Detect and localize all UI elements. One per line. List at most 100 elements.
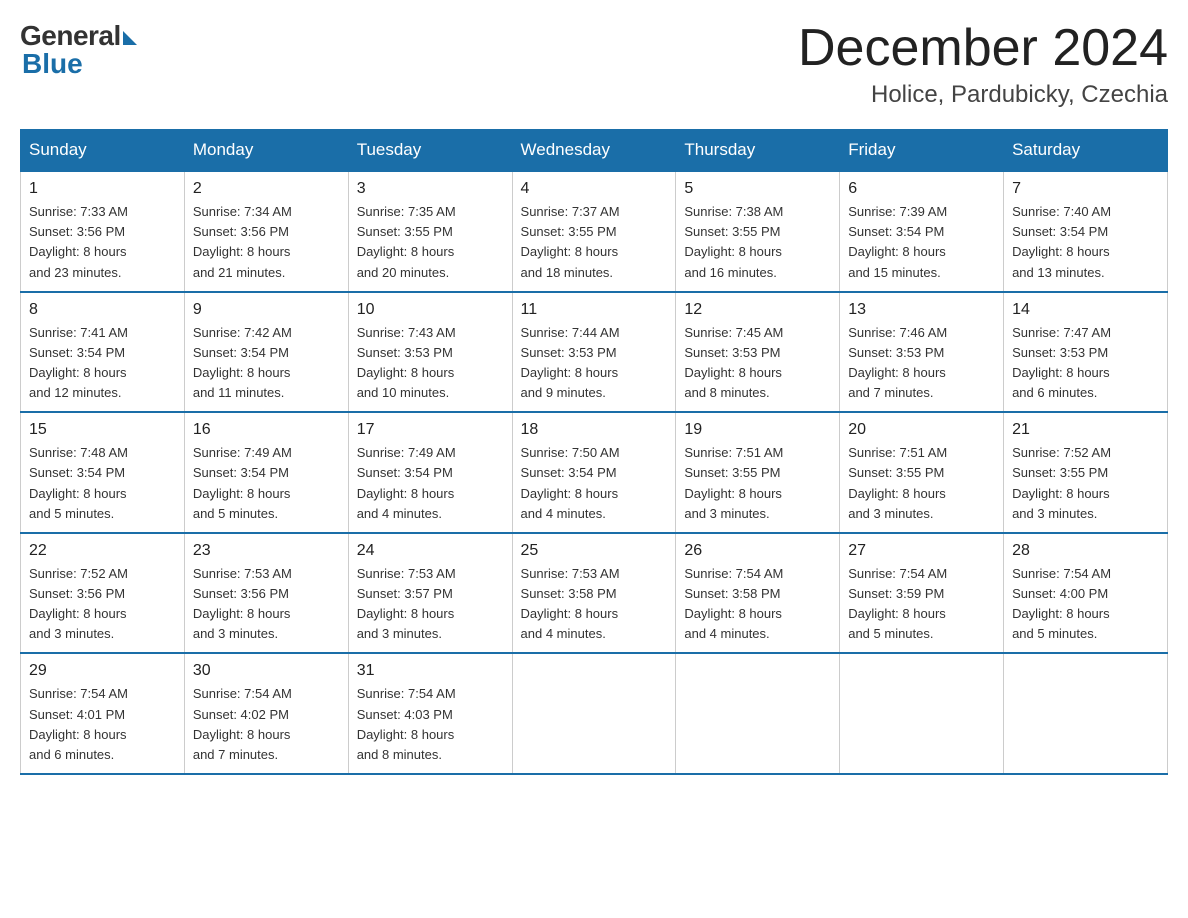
day-number: 25 — [521, 542, 668, 560]
day-info: Sunrise: 7:50 AM Sunset: 3:54 PM Dayligh… — [521, 443, 668, 524]
table-row: 19 Sunrise: 7:51 AM Sunset: 3:55 PM Dayl… — [676, 412, 840, 533]
table-row: 23 Sunrise: 7:53 AM Sunset: 3:56 PM Dayl… — [184, 533, 348, 654]
day-info: Sunrise: 7:38 AM Sunset: 3:55 PM Dayligh… — [684, 202, 831, 283]
day-info: Sunrise: 7:44 AM Sunset: 3:53 PM Dayligh… — [521, 323, 668, 404]
table-row: 29 Sunrise: 7:54 AM Sunset: 4:01 PM Dayl… — [21, 653, 185, 774]
day-number: 10 — [357, 301, 504, 319]
calendar-table: Sunday Monday Tuesday Wednesday Thursday… — [20, 129, 1168, 775]
day-number: 11 — [521, 301, 668, 319]
day-info: Sunrise: 7:48 AM Sunset: 3:54 PM Dayligh… — [29, 443, 176, 524]
table-row: 15 Sunrise: 7:48 AM Sunset: 3:54 PM Dayl… — [21, 412, 185, 533]
table-row: 10 Sunrise: 7:43 AM Sunset: 3:53 PM Dayl… — [348, 292, 512, 413]
day-number: 16 — [193, 421, 340, 439]
table-row: 7 Sunrise: 7:40 AM Sunset: 3:54 PM Dayli… — [1004, 171, 1168, 292]
day-number: 8 — [29, 301, 176, 319]
day-number: 5 — [684, 180, 831, 198]
day-number: 7 — [1012, 180, 1159, 198]
table-row: 6 Sunrise: 7:39 AM Sunset: 3:54 PM Dayli… — [840, 171, 1004, 292]
day-info: Sunrise: 7:53 AM Sunset: 3:56 PM Dayligh… — [193, 564, 340, 645]
col-sunday: Sunday — [21, 130, 185, 172]
day-info: Sunrise: 7:34 AM Sunset: 3:56 PM Dayligh… — [193, 202, 340, 283]
day-info: Sunrise: 7:53 AM Sunset: 3:57 PM Dayligh… — [357, 564, 504, 645]
day-info: Sunrise: 7:54 AM Sunset: 4:01 PM Dayligh… — [29, 684, 176, 765]
day-info: Sunrise: 7:42 AM Sunset: 3:54 PM Dayligh… — [193, 323, 340, 404]
col-thursday: Thursday — [676, 130, 840, 172]
day-info: Sunrise: 7:54 AM Sunset: 4:03 PM Dayligh… — [357, 684, 504, 765]
calendar-header-row: Sunday Monday Tuesday Wednesday Thursday… — [21, 130, 1168, 172]
day-info: Sunrise: 7:51 AM Sunset: 3:55 PM Dayligh… — [848, 443, 995, 524]
day-number: 18 — [521, 421, 668, 439]
table-row: 3 Sunrise: 7:35 AM Sunset: 3:55 PM Dayli… — [348, 171, 512, 292]
day-number: 17 — [357, 421, 504, 439]
col-monday: Monday — [184, 130, 348, 172]
logo-blue-text: Blue — [20, 48, 83, 80]
table-row: 16 Sunrise: 7:49 AM Sunset: 3:54 PM Dayl… — [184, 412, 348, 533]
day-info: Sunrise: 7:49 AM Sunset: 3:54 PM Dayligh… — [193, 443, 340, 524]
table-row: 17 Sunrise: 7:49 AM Sunset: 3:54 PM Dayl… — [348, 412, 512, 533]
table-row: 28 Sunrise: 7:54 AM Sunset: 4:00 PM Dayl… — [1004, 533, 1168, 654]
day-info: Sunrise: 7:54 AM Sunset: 3:58 PM Dayligh… — [684, 564, 831, 645]
day-number: 21 — [1012, 421, 1159, 439]
logo: General Blue — [20, 20, 137, 80]
table-row: 1 Sunrise: 7:33 AM Sunset: 3:56 PM Dayli… — [21, 171, 185, 292]
table-row — [1004, 653, 1168, 774]
day-info: Sunrise: 7:54 AM Sunset: 4:02 PM Dayligh… — [193, 684, 340, 765]
day-number: 20 — [848, 421, 995, 439]
day-number: 14 — [1012, 301, 1159, 319]
table-row — [840, 653, 1004, 774]
day-info: Sunrise: 7:47 AM Sunset: 3:53 PM Dayligh… — [1012, 323, 1159, 404]
day-number: 9 — [193, 301, 340, 319]
table-row: 13 Sunrise: 7:46 AM Sunset: 3:53 PM Dayl… — [840, 292, 1004, 413]
logo-arrow-icon — [123, 31, 137, 45]
day-info: Sunrise: 7:45 AM Sunset: 3:53 PM Dayligh… — [684, 323, 831, 404]
col-tuesday: Tuesday — [348, 130, 512, 172]
table-row: 8 Sunrise: 7:41 AM Sunset: 3:54 PM Dayli… — [21, 292, 185, 413]
table-row: 12 Sunrise: 7:45 AM Sunset: 3:53 PM Dayl… — [676, 292, 840, 413]
day-number: 19 — [684, 421, 831, 439]
table-row: 30 Sunrise: 7:54 AM Sunset: 4:02 PM Dayl… — [184, 653, 348, 774]
day-info: Sunrise: 7:53 AM Sunset: 3:58 PM Dayligh… — [521, 564, 668, 645]
col-saturday: Saturday — [1004, 130, 1168, 172]
day-number: 13 — [848, 301, 995, 319]
day-info: Sunrise: 7:40 AM Sunset: 3:54 PM Dayligh… — [1012, 202, 1159, 283]
day-number: 27 — [848, 542, 995, 560]
calendar-week-2: 8 Sunrise: 7:41 AM Sunset: 3:54 PM Dayli… — [21, 292, 1168, 413]
day-number: 6 — [848, 180, 995, 198]
day-info: Sunrise: 7:54 AM Sunset: 4:00 PM Dayligh… — [1012, 564, 1159, 645]
table-row: 31 Sunrise: 7:54 AM Sunset: 4:03 PM Dayl… — [348, 653, 512, 774]
day-number: 30 — [193, 662, 340, 680]
table-row: 26 Sunrise: 7:54 AM Sunset: 3:58 PM Dayl… — [676, 533, 840, 654]
day-info: Sunrise: 7:46 AM Sunset: 3:53 PM Dayligh… — [848, 323, 995, 404]
page-header: General Blue December 2024 Holice, Pardu… — [20, 20, 1168, 109]
calendar-week-1: 1 Sunrise: 7:33 AM Sunset: 3:56 PM Dayli… — [21, 171, 1168, 292]
day-number: 12 — [684, 301, 831, 319]
col-wednesday: Wednesday — [512, 130, 676, 172]
table-row — [512, 653, 676, 774]
calendar-week-5: 29 Sunrise: 7:54 AM Sunset: 4:01 PM Dayl… — [21, 653, 1168, 774]
day-info: Sunrise: 7:33 AM Sunset: 3:56 PM Dayligh… — [29, 202, 176, 283]
day-info: Sunrise: 7:54 AM Sunset: 3:59 PM Dayligh… — [848, 564, 995, 645]
table-row: 27 Sunrise: 7:54 AM Sunset: 3:59 PM Dayl… — [840, 533, 1004, 654]
title-area: December 2024 Holice, Pardubicky, Czechi… — [798, 20, 1168, 109]
day-number: 26 — [684, 542, 831, 560]
day-number: 29 — [29, 662, 176, 680]
day-info: Sunrise: 7:52 AM Sunset: 3:56 PM Dayligh… — [29, 564, 176, 645]
day-info: Sunrise: 7:39 AM Sunset: 3:54 PM Dayligh… — [848, 202, 995, 283]
day-number: 22 — [29, 542, 176, 560]
table-row: 18 Sunrise: 7:50 AM Sunset: 3:54 PM Dayl… — [512, 412, 676, 533]
day-info: Sunrise: 7:43 AM Sunset: 3:53 PM Dayligh… — [357, 323, 504, 404]
table-row: 25 Sunrise: 7:53 AM Sunset: 3:58 PM Dayl… — [512, 533, 676, 654]
day-number: 3 — [357, 180, 504, 198]
day-number: 24 — [357, 542, 504, 560]
day-info: Sunrise: 7:37 AM Sunset: 3:55 PM Dayligh… — [521, 202, 668, 283]
day-info: Sunrise: 7:52 AM Sunset: 3:55 PM Dayligh… — [1012, 443, 1159, 524]
day-info: Sunrise: 7:41 AM Sunset: 3:54 PM Dayligh… — [29, 323, 176, 404]
col-friday: Friday — [840, 130, 1004, 172]
table-row: 11 Sunrise: 7:44 AM Sunset: 3:53 PM Dayl… — [512, 292, 676, 413]
table-row: 9 Sunrise: 7:42 AM Sunset: 3:54 PM Dayli… — [184, 292, 348, 413]
table-row — [676, 653, 840, 774]
table-row: 2 Sunrise: 7:34 AM Sunset: 3:56 PM Dayli… — [184, 171, 348, 292]
table-row: 20 Sunrise: 7:51 AM Sunset: 3:55 PM Dayl… — [840, 412, 1004, 533]
month-title: December 2024 — [798, 20, 1168, 77]
day-number: 2 — [193, 180, 340, 198]
